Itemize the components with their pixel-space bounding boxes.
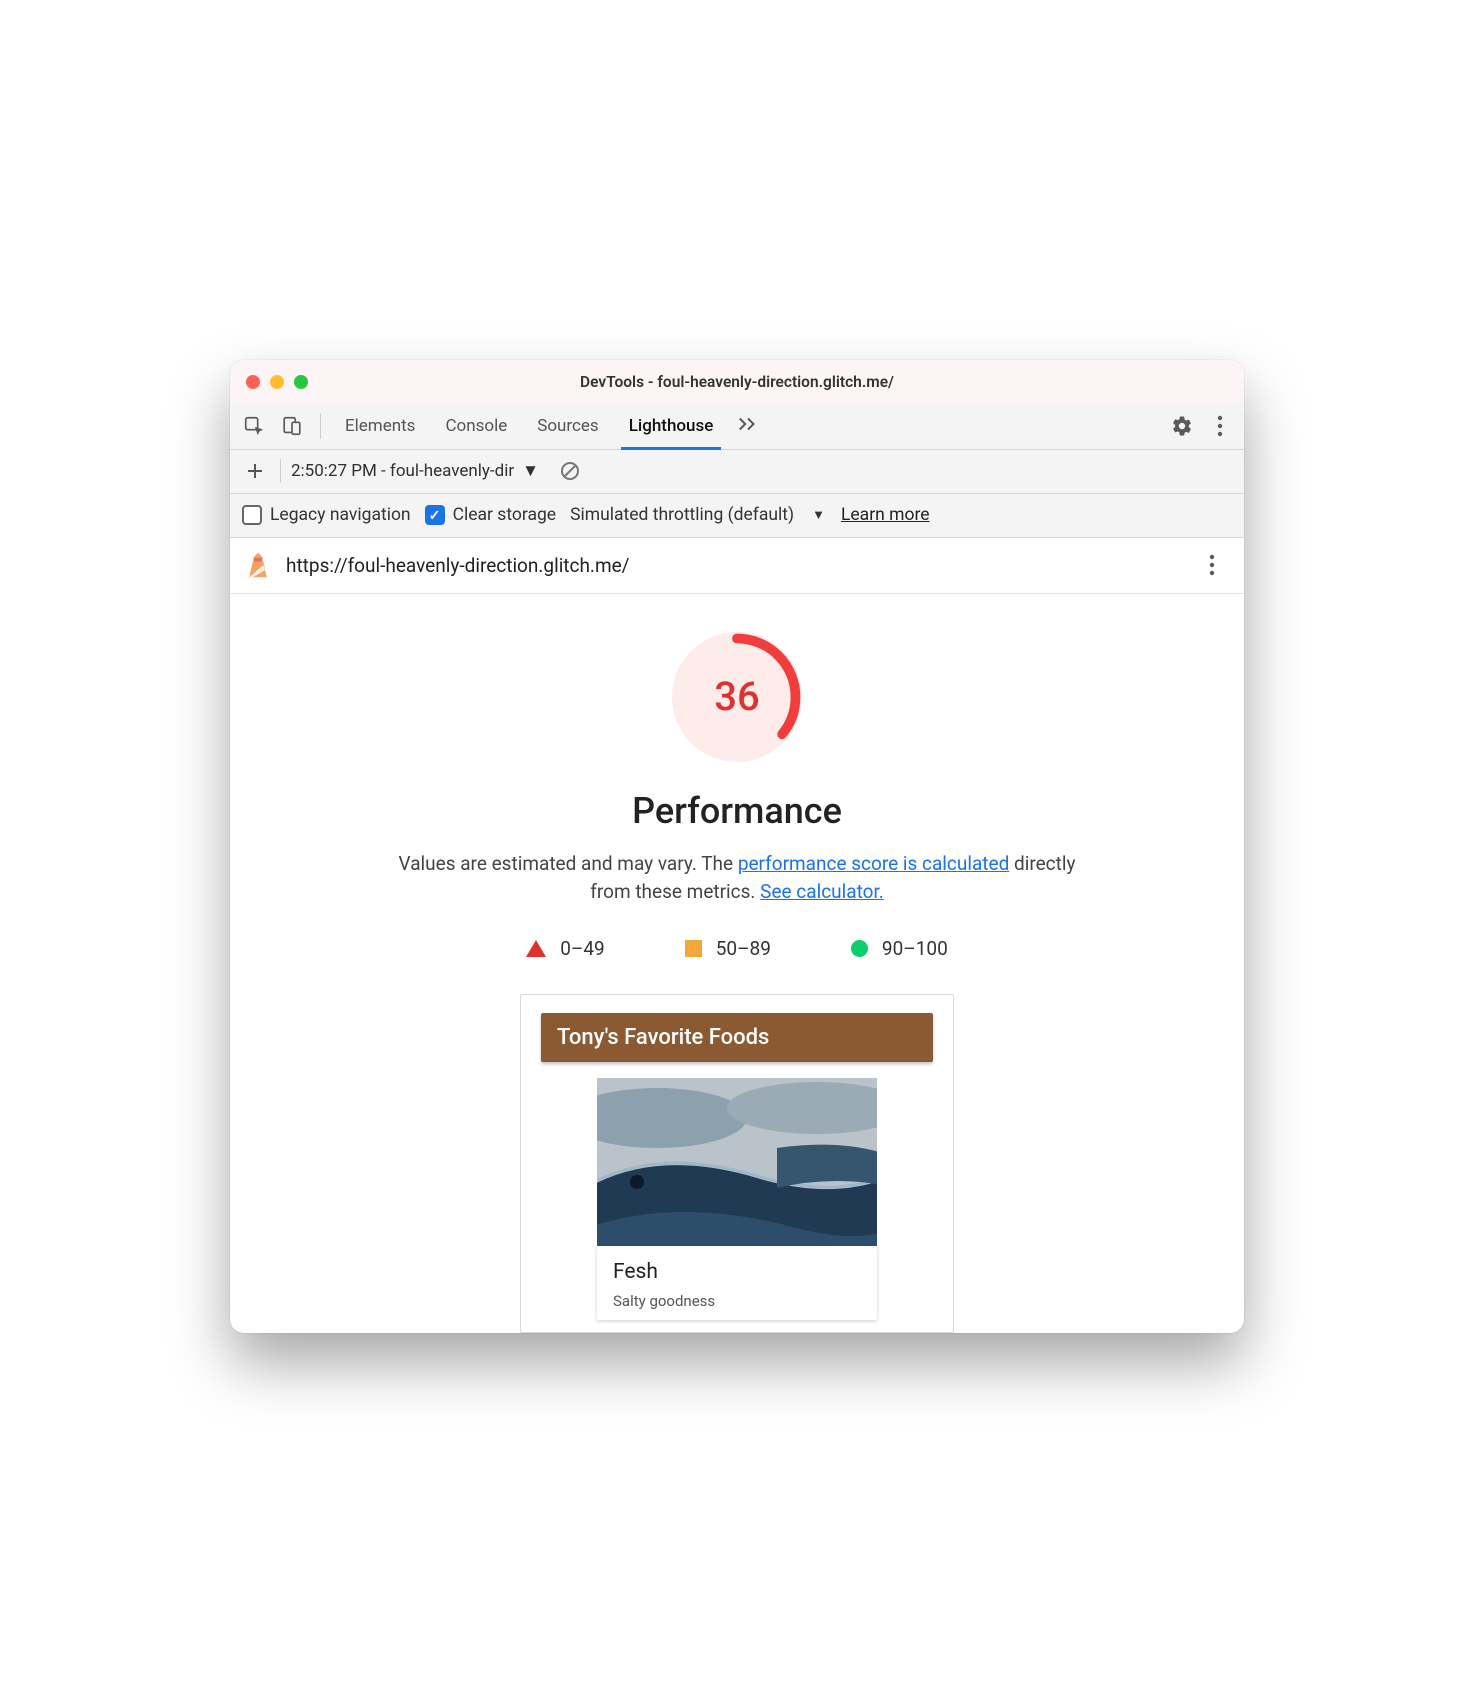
legend-average: 50–89	[685, 937, 771, 960]
circle-icon	[851, 940, 868, 957]
legend-avg-label: 50–89	[716, 937, 771, 960]
score-calc-link[interactable]: performance score is calculated	[738, 852, 1009, 875]
score-legend: 0–49 50–89 90–100	[278, 937, 1196, 960]
lighthouse-settings-bar: Legacy navigation Clear storage Simulate…	[230, 494, 1244, 538]
kebab-menu-icon[interactable]	[1202, 408, 1238, 444]
report-body: 36 Performance Values are estimated and …	[230, 594, 1244, 1333]
category-description: Values are estimated and may vary. The p…	[377, 850, 1097, 907]
legend-fail-label: 0–49	[560, 937, 605, 960]
report-selector-label: 2:50:27 PM - foul-heavenly-dir	[291, 461, 514, 481]
window-title: DevTools - foul-heavenly-direction.glitc…	[230, 373, 1244, 391]
category-title: Performance	[278, 790, 1196, 832]
clear-report-button[interactable]	[555, 456, 585, 486]
window-frame: DevTools - foul-heavenly-direction.glitc…	[230, 360, 1244, 1333]
separator	[280, 459, 281, 483]
device-toggle-icon[interactable]	[274, 408, 310, 444]
legend-pass-label: 90–100	[882, 937, 948, 960]
report-url-row: https://foul-heavenly-direction.glitch.m…	[230, 538, 1244, 594]
performance-gauge[interactable]: 36	[672, 632, 802, 762]
titlebar: DevTools - foul-heavenly-direction.glitc…	[230, 360, 1244, 404]
clear-storage-option[interactable]: Clear storage	[425, 505, 557, 525]
legacy-nav-checkbox[interactable]	[242, 505, 262, 525]
chevron-down-icon: ▼	[522, 461, 539, 481]
tabs-overflow-icon[interactable]	[729, 415, 767, 437]
tab-lighthouse[interactable]: Lighthouse	[615, 403, 728, 449]
legacy-nav-label: Legacy navigation	[270, 505, 411, 525]
window-close-button[interactable]	[246, 375, 260, 389]
see-calculator-link[interactable]: See calculator.	[760, 880, 884, 903]
legend-pass: 90–100	[851, 937, 948, 960]
report-menu-icon[interactable]	[1194, 547, 1230, 583]
throttling-select[interactable]: Simulated throttling (default)	[570, 505, 794, 525]
tab-console[interactable]: Console	[431, 403, 521, 449]
settings-gear-icon[interactable]	[1164, 408, 1200, 444]
performance-score: 36	[672, 632, 802, 762]
legacy-nav-option[interactable]: Legacy navigation	[242, 505, 411, 525]
window-zoom-button[interactable]	[294, 375, 308, 389]
screenshot-card-title: Fesh	[613, 1260, 861, 1284]
lighthouse-toolbar: 2:50:27 PM - foul-heavenly-dir ▼	[230, 450, 1244, 494]
screenshot-card-subtitle: Salty goodness	[613, 1292, 861, 1310]
screenshot-image	[597, 1078, 877, 1246]
report-selector[interactable]: 2:50:27 PM - foul-heavenly-dir ▼	[291, 461, 539, 481]
separator	[320, 413, 321, 439]
throttling-label: Simulated throttling (default)	[570, 505, 794, 525]
traffic-lights	[230, 375, 308, 389]
new-report-button[interactable]	[240, 456, 270, 486]
chevron-down-icon: ▼	[812, 507, 825, 523]
clear-storage-checkbox[interactable]	[425, 505, 445, 525]
window-minimize-button[interactable]	[270, 375, 284, 389]
screenshot-card: Fesh Salty goodness	[597, 1246, 877, 1320]
triangle-icon	[526, 940, 546, 957]
legend-fail: 0–49	[526, 937, 605, 960]
tab-elements[interactable]: Elements	[331, 403, 429, 449]
report-url: https://foul-heavenly-direction.glitch.m…	[286, 554, 1180, 577]
filmstrip-screenshot: Tony's Favorite Foods Fesh	[520, 994, 954, 1333]
inspect-element-icon[interactable]	[236, 408, 272, 444]
screenshot-header: Tony's Favorite Foods	[541, 1013, 933, 1062]
desc-text: Values are estimated and may vary. The	[399, 852, 738, 875]
devtools-tabstrip: Elements Console Sources Lighthouse	[230, 404, 1244, 450]
clear-storage-label: Clear storage	[453, 505, 557, 525]
tab-sources[interactable]: Sources	[523, 403, 612, 449]
learn-more-link[interactable]: Learn more	[841, 505, 930, 525]
square-icon	[685, 940, 702, 957]
lighthouse-logo-icon	[244, 551, 272, 579]
